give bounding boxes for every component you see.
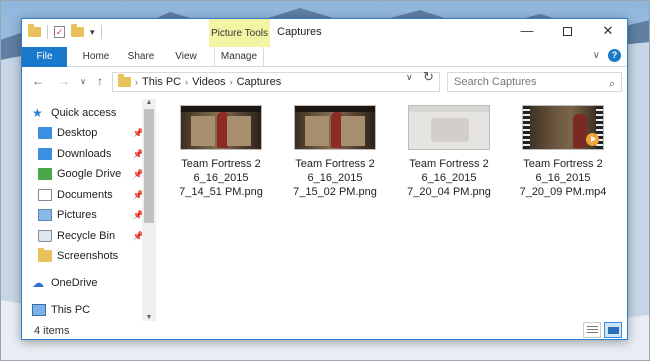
large-icons-view-icon[interactable] [604,322,622,338]
status-bar: 4 items [22,321,627,339]
file-name: Team Fortress 2 6_16_2015 7_14_51 PM.png [179,158,263,198]
details-view-icon[interactable] [583,322,601,338]
customize-toolbar-dropdown-icon[interactable]: ▾ [90,27,95,38]
back-arrow-icon[interactable]: ← [30,74,46,88]
search-placeholder: Search Captures [454,76,537,88]
navigation-pane-scrollbar[interactable]: ▲ ▼ [142,99,156,321]
toolbar-divider [47,25,48,39]
chevron-right-icon[interactable]: › [185,77,188,87]
view-toggle [583,322,622,338]
maximize-button[interactable] [550,19,584,45]
properties-icon[interactable]: ✓ [54,26,65,38]
address-bar[interactable]: › This PC › Videos › Captures [112,72,440,92]
item-count: 4 items [34,325,70,337]
sidebar-item-pictures[interactable]: Pictures 📌 [38,205,158,225]
file-explorer-window: ✓ ▾ Picture Tools Captures — ✕ File Home… [21,18,628,340]
image-thumbnail [294,105,376,150]
sidebar-item-label: Pictures [57,209,97,221]
file-name: Team Fortress 2 6_16_2015 7_20_04 PM.png [407,158,491,198]
downloads-folder-icon [38,148,52,160]
file-item[interactable]: Team Fortress 2 6_16_2015 7_20_04 PM.png [394,105,504,199]
close-icon: ✕ [602,23,614,38]
tab-file[interactable]: File [22,47,67,67]
refresh-icon[interactable]: ↻ [423,69,434,85]
folder-icon [28,24,41,37]
maximize-icon [562,27,572,37]
chevron-right-icon[interactable]: › [230,77,233,87]
google-drive-folder-icon [38,168,52,180]
sidebar-item-google-drive[interactable]: Google Drive 📌 [38,164,158,184]
scroll-up-icon[interactable]: ▲ [142,99,156,106]
play-icon [586,133,599,146]
scrollbar-thumb[interactable] [144,109,154,223]
window-title: Captures [277,26,322,38]
desktop-folder-icon [38,127,52,139]
sidebar-item-documents[interactable]: Documents 📌 [38,185,158,205]
tab-view[interactable]: View [169,47,203,67]
sidebar-item-label: Downloads [57,148,112,160]
file-name: Team Fortress 2 6_16_2015 7_20_09 PM.mp4 [519,158,607,198]
breadcrumb-videos[interactable]: Videos [192,76,225,88]
video-thumbnail [522,105,604,150]
ribbon-tabs: File Home Share View Manage ∨ ? [22,47,627,67]
sidebar-item-recycle-bin[interactable]: Recycle Bin 📌 [38,226,158,246]
sidebar-item-quick-access[interactable]: ★ Quick access [32,103,152,123]
sidebar-item-label: Desktop [57,127,98,139]
tab-share[interactable]: Share [123,47,159,67]
sidebar-item-label: OneDrive [51,277,98,289]
minimize-button[interactable]: — [510,19,544,45]
breadcrumb-this-pc[interactable]: This PC [142,76,181,88]
chevron-right-icon[interactable]: › [135,77,138,87]
sidebar-item-onedrive[interactable]: ☁ OneDrive [32,273,152,293]
onedrive-icon: ☁ [32,276,44,290]
tab-manage[interactable]: Manage [214,47,264,67]
star-icon: ★ [32,106,43,120]
address-history-dropdown-icon[interactable]: ∨ [406,72,413,83]
sidebar-item-desktop[interactable]: Desktop 📌 [38,123,158,143]
image-thumbnail [408,105,490,150]
file-list: Team Fortress 2 6_16_2015 7_14_51 PM.png… [162,99,624,321]
sidebar-item-label: Screenshots [57,250,119,262]
close-button[interactable]: ✕ [591,19,625,45]
picture-tools-contextual-header: Picture Tools [209,19,270,47]
minimize-icon: — [520,23,534,38]
file-item[interactable]: Team Fortress 2 6_16_2015 7_20_09 PM.mp4 [508,105,618,199]
sidebar-item-downloads[interactable]: Downloads 📌 [38,144,158,164]
help-icon[interactable]: ? [608,49,621,62]
ribbon-right-controls: ∨ ? [593,49,621,62]
sidebar-item-screenshots[interactable]: Screenshots [38,246,158,266]
recycle-bin-icon [38,230,52,242]
documents-folder-icon [38,189,52,201]
sidebar-item-label: This PC [51,304,91,316]
scroll-down-icon[interactable]: ▼ [142,314,156,321]
sidebar-item-label: Google Drive [57,168,122,180]
up-arrow-icon[interactable]: ↑ [92,74,108,88]
file-item[interactable]: Team Fortress 2 6_16_2015 7_14_51 PM.png [166,105,276,199]
file-item[interactable]: Team Fortress 2 6_16_2015 7_15_02 PM.png [280,105,390,199]
toolbar-divider [100,25,102,39]
expand-ribbon-chevron-icon[interactable]: ∨ [593,50,600,61]
new-folder-icon[interactable] [71,24,84,37]
tab-home[interactable]: Home [77,47,115,67]
file-name: Team Fortress 2 6_16_2015 7_15_02 PM.png [293,158,377,198]
sidebar-item-label: Recycle Bin [57,230,116,242]
folder-icon [118,74,131,87]
quick-access-toolbar: ✓ ▾ [28,24,102,39]
title-bar: ✓ ▾ Picture Tools Captures — ✕ [22,19,627,47]
recent-locations-chevron-icon[interactable]: ∨ [75,77,91,86]
folder-icon [38,248,52,262]
pictures-folder-icon [38,209,52,221]
navigation-bar: ← → ∨ ↑ › This PC › Videos › Captures ∨ … [22,69,627,95]
forward-arrow-icon[interactable]: → [56,74,72,88]
sidebar-item-this-pc[interactable]: This PC [32,300,152,320]
sidebar-item-label: Quick access [51,107,117,119]
search-input[interactable]: Search Captures ⌕ [447,72,622,92]
this-pc-icon [32,304,46,316]
breadcrumb-captures[interactable]: Captures [237,76,282,88]
sidebar-item-label: Documents [57,189,113,201]
image-thumbnail [180,105,262,150]
search-icon: ⌕ [608,78,615,90]
navigation-pane: ★ Quick access Desktop 📌 Downloads 📌 Goo… [22,99,156,321]
